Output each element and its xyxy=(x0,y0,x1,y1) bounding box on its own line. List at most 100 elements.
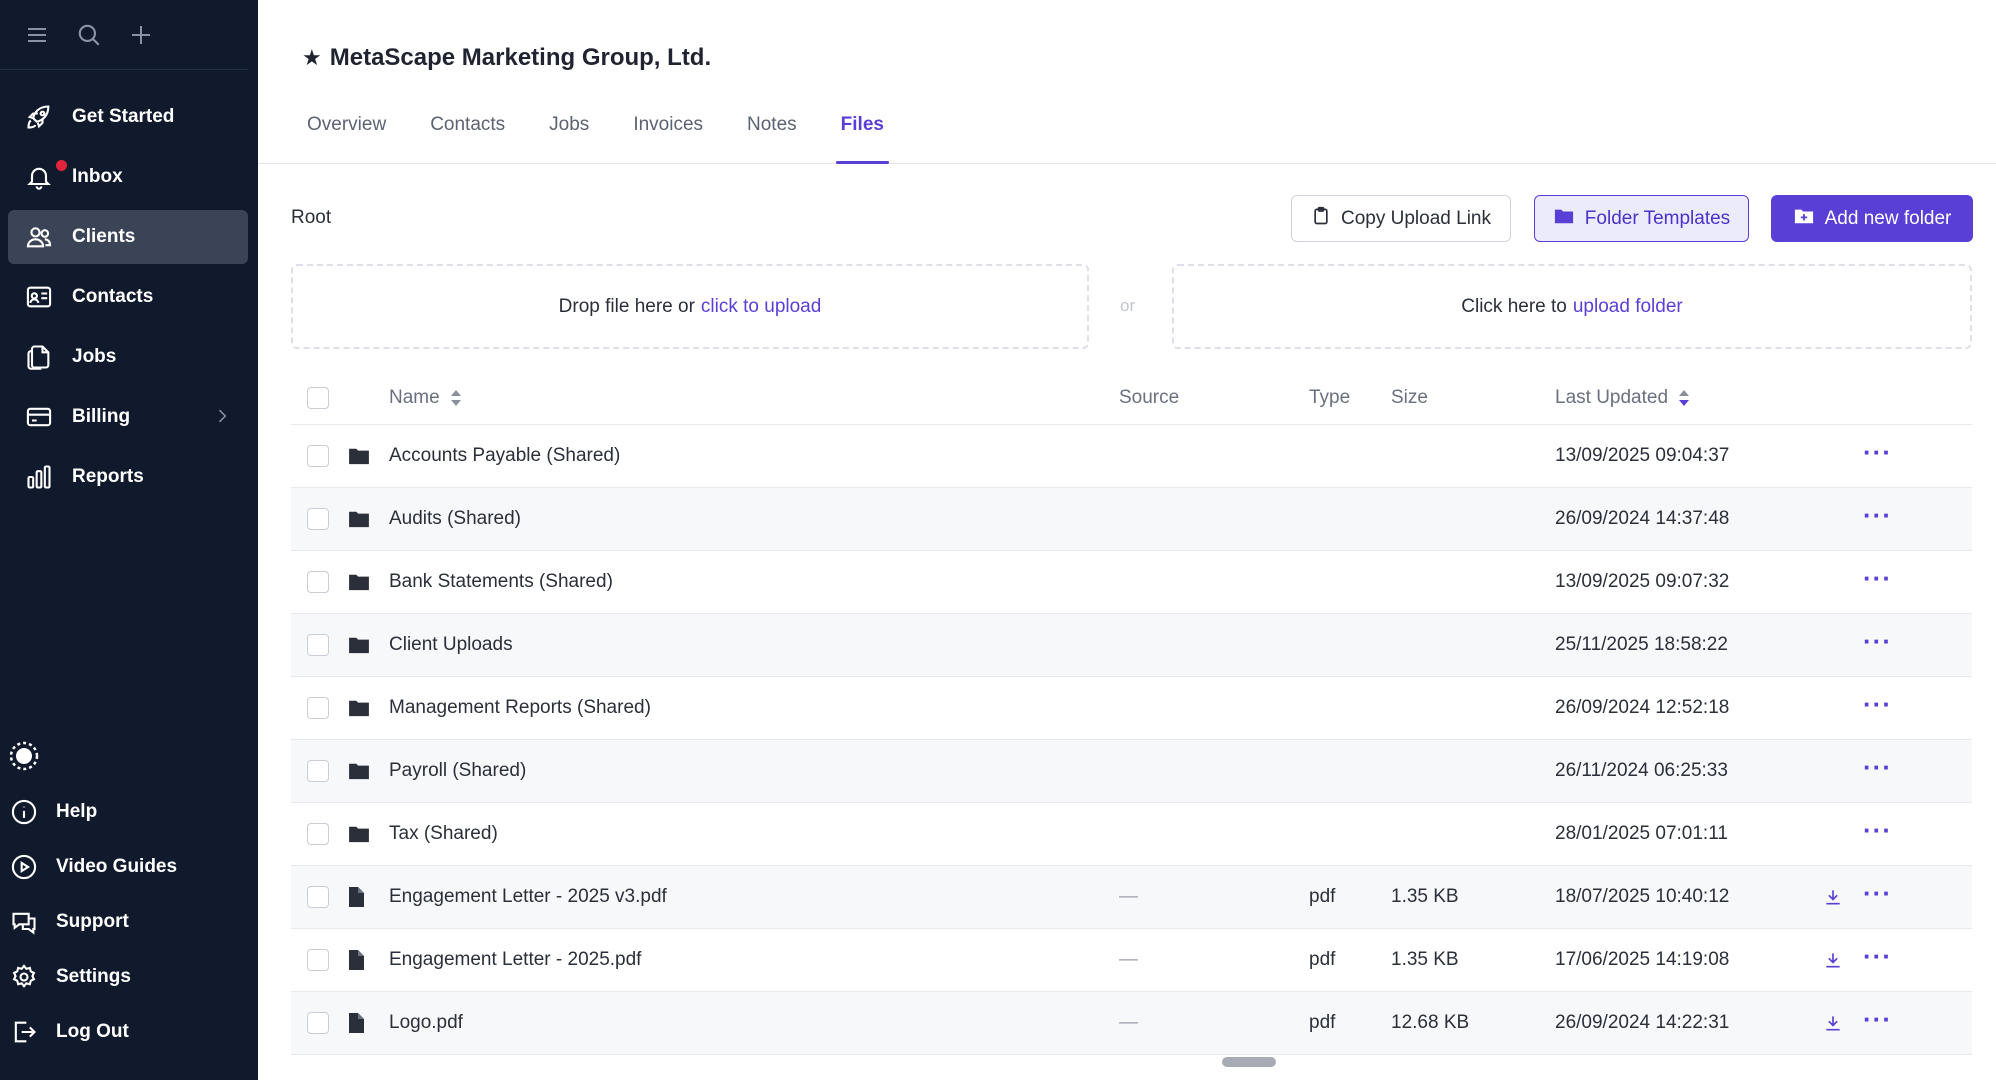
table-body: Accounts Payable (Shared) 13/09/2025 09:0… xyxy=(291,425,1972,1055)
tab-invoices[interactable]: Invoices xyxy=(633,114,703,164)
more-actions-button[interactable]: ··· xyxy=(1863,488,1892,550)
button-label: Copy Upload Link xyxy=(1341,207,1491,229)
item-last-updated: 28/01/2025 07:01:11 xyxy=(1555,823,1728,844)
button-label: Add new folder xyxy=(1824,207,1952,229)
copy-upload-link-button[interactable]: Copy Upload Link xyxy=(1291,195,1511,242)
status-spinner-icon xyxy=(8,740,39,771)
sort-icon[interactable] xyxy=(1678,389,1690,407)
select-all-checkbox[interactable] xyxy=(307,387,329,409)
bar-chart-icon xyxy=(24,462,54,492)
folder-templates-button[interactable]: Folder Templates xyxy=(1534,195,1749,242)
file-icon xyxy=(348,866,364,928)
item-name[interactable]: Accounts Payable (Shared) xyxy=(389,425,620,487)
sidebar-item-log-out[interactable]: Log Out xyxy=(0,1004,258,1059)
more-actions-button[interactable]: ··· xyxy=(1863,551,1892,613)
more-icon: ··· xyxy=(1863,878,1892,908)
star-icon[interactable]: ★ xyxy=(302,45,322,71)
horizontal-scrollbar[interactable] xyxy=(1222,1057,1276,1067)
item-source: — xyxy=(1119,949,1138,970)
tab-overview[interactable]: Overview xyxy=(307,114,386,164)
tab-jobs[interactable]: Jobs xyxy=(549,114,589,164)
sidebar-item-get-started[interactable]: Get Started xyxy=(8,90,248,144)
folder-icon xyxy=(348,740,370,802)
row-checkbox[interactable] xyxy=(307,571,329,593)
more-icon: ··· xyxy=(1863,437,1892,467)
row-checkbox[interactable] xyxy=(307,445,329,467)
table-row[interactable]: Client Uploads 25/11/2025 18:58:22 ··· xyxy=(291,614,1972,677)
folder-icon xyxy=(348,677,370,739)
item-name[interactable]: Logo.pdf xyxy=(389,992,463,1054)
click-to-upload-link[interactable]: click to upload xyxy=(701,296,821,318)
item-name[interactable]: Management Reports (Shared) xyxy=(389,677,651,739)
more-actions-button[interactable]: ··· xyxy=(1863,677,1892,739)
more-icon: ··· xyxy=(1863,752,1892,782)
more-actions-button[interactable]: ··· xyxy=(1863,740,1892,802)
breadcrumb[interactable]: Root xyxy=(291,207,331,229)
table-row[interactable]: Logo.pdf — pdf 12.68 KB 26/09/2024 14:22:31 ·… xyxy=(291,992,1972,1055)
more-actions-button[interactable]: ··· xyxy=(1863,425,1892,487)
item-last-updated: 26/09/2024 12:52:18 xyxy=(1555,697,1730,718)
table-row[interactable]: Management Reports (Shared) 26/09/2024 12… xyxy=(291,677,1972,740)
more-actions-button[interactable]: ··· xyxy=(1863,929,1892,991)
tab-files[interactable]: Files xyxy=(835,114,890,164)
item-name[interactable]: Engagement Letter - 2025 v3.pdf xyxy=(389,866,667,928)
row-checkbox[interactable] xyxy=(307,823,329,845)
row-checkbox[interactable] xyxy=(307,949,329,971)
item-name[interactable]: Engagement Letter - 2025.pdf xyxy=(389,929,641,991)
folder-drop-zone[interactable]: Click here to upload folder xyxy=(1172,264,1972,349)
more-actions-button[interactable]: ··· xyxy=(1863,803,1892,865)
table-row[interactable]: Audits (Shared) 26/09/2024 14:37:48 ··· xyxy=(291,488,1972,551)
row-checkbox[interactable] xyxy=(307,697,329,719)
sidebar: Get Started Inbox Clients Contacts Jobs … xyxy=(0,0,258,1080)
sidebar-item-contacts[interactable]: Contacts xyxy=(8,270,248,324)
sidebar-item-help[interactable]: Help xyxy=(0,784,258,839)
tab-contacts[interactable]: Contacts xyxy=(430,114,505,164)
table-row[interactable]: Accounts Payable (Shared) 13/09/2025 09:0… xyxy=(291,425,1972,488)
column-header-name[interactable]: Name xyxy=(389,372,462,424)
search-icon[interactable] xyxy=(74,20,104,50)
page-title: ★ MetaScape Marketing Group, Ltd. xyxy=(302,44,711,72)
table-row[interactable]: Bank Statements (Shared) 13/09/2025 09:07… xyxy=(291,551,1972,614)
more-actions-button[interactable]: ··· xyxy=(1863,614,1892,676)
sidebar-item-settings[interactable]: Settings xyxy=(0,949,258,1004)
more-actions-button[interactable]: ··· xyxy=(1863,866,1892,928)
more-actions-button[interactable]: ··· xyxy=(1863,992,1892,1054)
column-header-last-updated[interactable]: Last Updated xyxy=(1555,372,1690,424)
item-name[interactable]: Audits (Shared) xyxy=(389,488,521,550)
sidebar-item-video-guides[interactable]: Video Guides xyxy=(0,839,258,894)
add-new-folder-button[interactable]: Add new folder xyxy=(1771,195,1973,242)
sort-icon[interactable] xyxy=(450,389,462,407)
file-drop-zone[interactable]: Drop file here or click to upload xyxy=(291,264,1089,349)
sidebar-item-jobs[interactable]: Jobs xyxy=(8,330,248,384)
sidebar-item-reports[interactable]: Reports xyxy=(8,450,248,504)
sidebar-item-support[interactable]: Support xyxy=(0,894,258,949)
sidebar-item-clients[interactable]: Clients xyxy=(8,210,248,264)
item-name[interactable]: Client Uploads xyxy=(389,614,513,676)
row-checkbox[interactable] xyxy=(307,760,329,782)
item-name[interactable]: Payroll (Shared) xyxy=(389,740,526,802)
table-row[interactable]: Tax (Shared) 28/01/2025 07:01:11 ··· xyxy=(291,803,1972,866)
row-checkbox[interactable] xyxy=(307,508,329,530)
table-row[interactable]: Payroll (Shared) 26/11/2024 06:25:33 ··· xyxy=(291,740,1972,803)
menu-icon[interactable] xyxy=(22,20,52,50)
row-checkbox[interactable] xyxy=(307,1012,329,1034)
notification-dot xyxy=(56,160,67,171)
plus-icon[interactable] xyxy=(126,20,156,50)
download-icon[interactable] xyxy=(1823,866,1843,928)
tab-notes[interactable]: Notes xyxy=(747,114,797,164)
drop-file-text: Drop file here or xyxy=(558,295,695,317)
table-row[interactable]: Engagement Letter - 2025.pdf — pdf 1.35 KB 1… xyxy=(291,929,1972,992)
item-name[interactable]: Tax (Shared) xyxy=(389,803,498,865)
row-checkbox[interactable] xyxy=(307,634,329,656)
item-name[interactable]: Bank Statements (Shared) xyxy=(389,551,613,613)
upload-folder-link[interactable]: upload folder xyxy=(1573,296,1683,318)
sidebar-item-inbox[interactable]: Inbox xyxy=(8,150,248,204)
table-row[interactable]: Engagement Letter - 2025 v3.pdf — pdf 1.35 … xyxy=(291,866,1972,929)
download-icon[interactable] xyxy=(1823,992,1843,1054)
logout-icon xyxy=(9,1017,39,1047)
chevron-right-icon[interactable] xyxy=(212,406,232,432)
row-checkbox[interactable] xyxy=(307,886,329,908)
sidebar-item-billing[interactable]: Billing xyxy=(8,390,248,444)
download-icon[interactable] xyxy=(1823,929,1843,991)
row-select-cell xyxy=(307,866,329,928)
